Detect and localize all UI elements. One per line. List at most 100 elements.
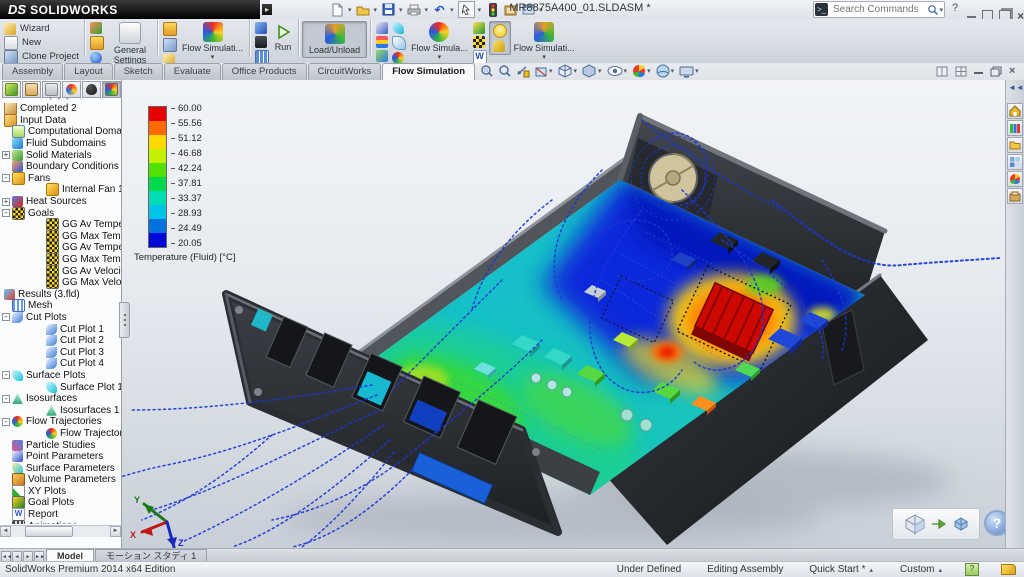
- tree-item[interactable]: -Isosurfaces: [0, 393, 121, 405]
- calculation-control-icon[interactable]: [255, 50, 269, 64]
- tree-expander-icon[interactable]: -: [2, 418, 10, 426]
- tree-expander-icon[interactable]: -: [2, 395, 10, 403]
- computational-domain-icon[interactable]: [163, 22, 177, 36]
- tree-item[interactable]: Animations: [0, 520, 121, 524]
- tree-item[interactable]: Results (3.fld): [0, 289, 121, 301]
- tab-evaluate[interactable]: Evaluate: [164, 63, 221, 80]
- status-item[interactable]: Quick Start *▴: [809, 564, 874, 575]
- results-summary-icon[interactable]: [376, 36, 388, 48]
- search-icon[interactable]: [927, 4, 939, 16]
- model-3d-view[interactable]: Y X Z: [122, 80, 1005, 548]
- quick-tips-help-button[interactable]: ?: [984, 510, 1005, 536]
- flow-simulation-menu-1[interactable]: Flow Simulati... ▾: [179, 21, 246, 64]
- tree-expander-icon[interactable]: +: [2, 151, 10, 159]
- search-commands-box[interactable]: >_ ▾: [813, 1, 945, 18]
- surface-plot-icon[interactable]: [392, 36, 406, 50]
- tree-expander-icon[interactable]: -: [2, 313, 10, 321]
- clone-project-button[interactable]: Clone Project: [2, 50, 81, 63]
- doc-restore-button[interactable]: [990, 66, 1002, 77]
- tab-office-products[interactable]: Office Products: [222, 63, 307, 80]
- tree-item[interactable]: Boundary Conditions: [0, 161, 121, 173]
- save-caret-icon[interactable]: ▾: [399, 6, 403, 14]
- solver-monitor-icon[interactable]: [255, 22, 267, 34]
- zoom-fit-icon[interactable]: [480, 64, 494, 78]
- batch-run-icon[interactable]: [255, 36, 267, 48]
- section-view-icon[interactable]: ▾: [534, 64, 554, 78]
- tab-assembly[interactable]: Assembly: [2, 63, 63, 80]
- graphics-viewport[interactable]: Y X Z 60.0055.5651.1246.6842.2437.8133.3…: [122, 80, 1005, 548]
- flow-simulation-menu-2[interactable]: Flow Simula... ▾: [408, 21, 471, 64]
- tree-item[interactable]: Cut Plot 4: [0, 358, 121, 370]
- tree-item[interactable]: Flow Trajectories 1: [0, 428, 121, 440]
- tree-item[interactable]: Volume Parameters: [0, 474, 121, 486]
- cut-plot-icon[interactable]: [392, 22, 404, 34]
- tree-item[interactable]: Isosurfaces 1: [0, 404, 121, 416]
- point-parameter-icon[interactable]: [376, 22, 388, 34]
- appearances-scenes-icon[interactable]: [1007, 171, 1023, 187]
- apply-scene-icon[interactable]: ▾: [656, 64, 676, 78]
- open-caret-icon[interactable]: ▾: [374, 6, 378, 14]
- general-settings-button[interactable]: General Settings: [106, 21, 154, 66]
- zoom-area-icon[interactable]: [498, 64, 512, 78]
- tab-flow-simulation[interactable]: Flow Simulation: [382, 63, 475, 80]
- tree-item[interactable]: -Surface Plots: [0, 370, 121, 382]
- tree-expander-icon[interactable]: -: [2, 174, 10, 182]
- file-explorer-icon[interactable]: [1007, 137, 1023, 153]
- tree-item[interactable]: Point Parameters: [0, 451, 121, 463]
- tab-layout[interactable]: Layout: [64, 63, 113, 80]
- transparency-icon[interactable]: [493, 40, 505, 52]
- search-caret-icon[interactable]: ▾: [939, 6, 943, 14]
- report-icon[interactable]: W: [473, 50, 487, 64]
- load-unload-button[interactable]: Load/Unload: [302, 21, 367, 58]
- status-tag-icon[interactable]: [1001, 564, 1016, 575]
- component-control2-icon[interactable]: [163, 38, 177, 52]
- tree-item[interactable]: Input Data: [0, 115, 121, 127]
- tree-item[interactable]: GG Max Velocity 1: [0, 277, 121, 289]
- solidworks-resources-icon[interactable]: [1007, 103, 1023, 119]
- display-results-icon[interactable]: [493, 24, 507, 38]
- tree-item[interactable]: GG Av Velocity 1: [0, 265, 121, 277]
- view-palette-icon[interactable]: [1007, 154, 1023, 170]
- hide-show-items-icon[interactable]: ▾: [607, 65, 629, 77]
- tree-item[interactable]: Internal Fan 1: [0, 184, 121, 196]
- view-settings-icon[interactable]: ▾: [679, 65, 700, 78]
- tree-expander-icon[interactable]: -: [2, 209, 10, 217]
- logo-menu-arrow-icon[interactable]: ▸: [262, 4, 272, 15]
- viewport-quad-icon[interactable]: [955, 66, 967, 77]
- tree-expander-icon[interactable]: +: [2, 198, 10, 206]
- tree-item[interactable]: Surface Parameters: [0, 462, 121, 474]
- assembly-transparency-button[interactable]: [892, 508, 980, 540]
- tree-item[interactable]: Cut Plot 2: [0, 335, 121, 347]
- new-project-button[interactable]: New: [2, 36, 43, 49]
- tree-item[interactable]: Mesh: [0, 300, 121, 312]
- print-icon[interactable]: [407, 2, 422, 17]
- scroll-left-icon[interactable]: ◄: [0, 526, 11, 537]
- print-caret-icon[interactable]: ▾: [425, 6, 429, 14]
- tree-item[interactable]: Fluid Subdomains: [0, 138, 121, 150]
- doc-close-button[interactable]: ×: [1009, 65, 1015, 77]
- component-control-icon[interactable]: [90, 22, 102, 34]
- tree-item[interactable]: Goal Plots: [0, 497, 121, 509]
- minimize-button[interactable]: [967, 13, 975, 18]
- previous-view-icon[interactable]: [516, 64, 530, 78]
- tree-item[interactable]: Cut Plot 1: [0, 323, 121, 335]
- tree-item[interactable]: Surface Plot 1: [0, 381, 121, 393]
- tree-item[interactable]: Completed 2: [0, 103, 121, 115]
- doc-minimize-button[interactable]: [974, 69, 983, 74]
- tree-item[interactable]: Cut Plot 3: [0, 346, 121, 358]
- new-caret-icon[interactable]: ▾: [348, 6, 352, 14]
- search-scope-icon[interactable]: >_: [815, 3, 828, 16]
- wizard-button[interactable]: Wizard: [2, 22, 52, 35]
- tree-item[interactable]: +Solid Materials: [0, 149, 121, 161]
- display-style-icon[interactable]: ▾: [582, 64, 603, 78]
- run-button[interactable]: Run: [271, 21, 295, 53]
- scroll-right-icon[interactable]: ►: [110, 526, 121, 537]
- flow-simulation-menu-3[interactable]: Flow Simulati... ▾: [511, 21, 578, 64]
- display-manager-tab[interactable]: [82, 81, 101, 98]
- panel-drag-dots[interactable]: • • •: [45, 98, 75, 102]
- new-document-icon[interactable]: [330, 2, 345, 17]
- panel-splitter-handle[interactable]: [119, 302, 130, 338]
- tree-item[interactable]: -Fans: [0, 173, 121, 185]
- tree-expander-icon[interactable]: -: [2, 371, 10, 379]
- status-item[interactable]: Custom▴: [900, 564, 943, 575]
